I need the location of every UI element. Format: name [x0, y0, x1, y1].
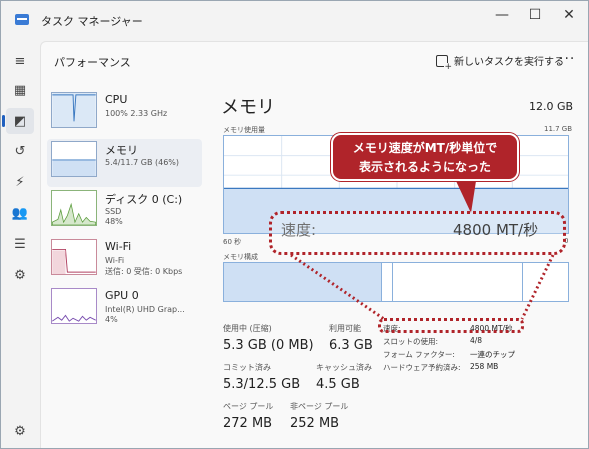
memory-usage-max: 11.7 GB [544, 125, 573, 133]
performance-icon[interactable]: ◩ [2, 108, 34, 134]
app-history-icon[interactable]: ↺ [6, 138, 34, 164]
gpu-sparkline [51, 288, 97, 324]
menu-icon[interactable]: ≡ [6, 48, 34, 74]
committed-label: コミット済み [223, 363, 271, 372]
device-gpu[interactable]: GPU 0 Intel(R) UHD Grap... 4% [47, 286, 202, 334]
paged-pool-label: ページ プール [223, 402, 274, 411]
available-value: 6.3 GB [329, 338, 373, 353]
device-detail: Intel(R) UHD Grap... [105, 305, 185, 314]
details-icon[interactable]: ☰ [6, 231, 34, 257]
device-wifi[interactable]: Wi-Fi Wi-Fi 送信: 0 受信: 0 Kbps [47, 237, 202, 285]
device-detail: 100% 2.33 GHz [105, 109, 168, 118]
minimize-button[interactable]: — [488, 5, 516, 25]
device-name: ディスク 0 (C:) [105, 193, 183, 206]
more-options-button[interactable]: ··· [559, 51, 575, 67]
speed-zoom-value: 4800 MT/秒 [453, 221, 539, 239]
navigation-rail: ≡ ▦ ◩ ↺ ⚡ 👥 ☰ ⚙ ⚙ [1, 41, 39, 448]
committed-value: 5.3/12.5 GB [223, 377, 301, 392]
device-detail: 5.4/11.7 GB (46%) [105, 158, 180, 167]
cpu-sparkline [51, 92, 97, 128]
close-button[interactable]: ✕ [555, 5, 583, 25]
window-title: タスク マネージャー [41, 15, 143, 28]
annotation-callout: メモリ速度がMT/秒単位で 表示されるようになった [331, 133, 519, 181]
wifi-sparkline [51, 239, 97, 275]
memory-sparkline [51, 141, 97, 177]
users-icon[interactable]: 👥 [6, 200, 34, 226]
slots-used-key: スロットの使用: [383, 337, 439, 346]
hardware-reserved-value: 258 MB [470, 362, 499, 371]
speed-zoom-key: 速度: [281, 221, 317, 239]
task-manager-window: タスク マネージャー — ☐ ✕ ≡ ▦ ◩ ↺ ⚡ 👥 ☰ ⚙ ⚙ パフォーマ… [0, 0, 589, 449]
paged-pool-value: 272 MB [223, 416, 273, 431]
form-factor-value: 一連のチップ [470, 350, 515, 359]
services-icon[interactable]: ⚙ [6, 262, 34, 288]
device-name: CPU [105, 93, 128, 106]
composition-free [523, 263, 568, 301]
device-name: GPU 0 [105, 289, 139, 302]
available-label: 利用可能 [329, 324, 361, 333]
cached-value: 4.5 GB [316, 377, 360, 392]
time-axis-start: 60 秒 [223, 238, 242, 246]
composition-modified [382, 263, 393, 301]
speed-small-highlight [378, 318, 524, 333]
form-factor-key: フォーム ファクター: [383, 350, 455, 359]
device-disk[interactable]: ディスク 0 (C:) SSD 48% [47, 188, 202, 236]
device-detail-2: 4% [105, 315, 118, 324]
run-new-task-label: 新しいタスクを実行する [454, 57, 564, 68]
device-name: Wi-Fi [105, 240, 132, 253]
hardware-reserved-key: ハードウェア予約済み: [383, 363, 461, 372]
composition-in-use [224, 263, 383, 301]
device-detail-2: 送信: 0 受信: 0 Kbps [105, 267, 183, 276]
processes-icon[interactable]: ▦ [6, 77, 34, 103]
nonpaged-pool-label: 非ページ プール [290, 402, 349, 411]
callout-line-2: 表示されるようになった [358, 160, 491, 174]
memory-composition-bar [223, 262, 569, 302]
new-task-icon [436, 54, 452, 72]
device-detail: Wi-Fi [105, 256, 125, 265]
memory-title: メモリ [221, 97, 275, 118]
disk-sparkline [51, 190, 97, 226]
in-use-value: 5.3 GB (0 MB) [223, 338, 314, 353]
memory-total: 12.0 GB [529, 100, 574, 113]
maximize-button[interactable]: ☐ [521, 5, 549, 25]
cached-label: キャッシュ済み [316, 363, 372, 372]
device-memory[interactable]: メモリ 5.4/11.7 GB (46%) [47, 139, 202, 187]
nonpaged-pool-value: 252 MB [290, 416, 340, 431]
slots-used-value: 4/8 [470, 336, 483, 345]
title-bar: タスク マネージャー — ☐ ✕ [1, 1, 588, 41]
task-manager-app-icon [15, 14, 29, 25]
device-name: メモリ [105, 144, 138, 157]
memory-usage-label: メモリ使用量 [223, 126, 265, 134]
device-detail: SSD [105, 207, 122, 216]
device-cpu[interactable]: CPU 100% 2.33 GHz [47, 90, 202, 138]
composition-standby [392, 263, 524, 301]
device-detail-2: 48% [105, 217, 123, 226]
startup-apps-icon[interactable]: ⚡ [6, 169, 34, 195]
run-new-task-button[interactable]: 新しいタスクを実行する [436, 53, 564, 72]
settings-icon[interactable]: ⚙ [6, 418, 34, 444]
memory-composition-label: メモリ構成 [223, 253, 258, 261]
page-title: パフォーマンス [54, 56, 131, 69]
callout-line-1: メモリ速度がMT/秒単位で [352, 141, 498, 155]
page-header: パフォーマンス 新しいタスクを実行する ··· [41, 42, 588, 80]
in-use-label: 使用中 (圧縮) [223, 324, 272, 333]
